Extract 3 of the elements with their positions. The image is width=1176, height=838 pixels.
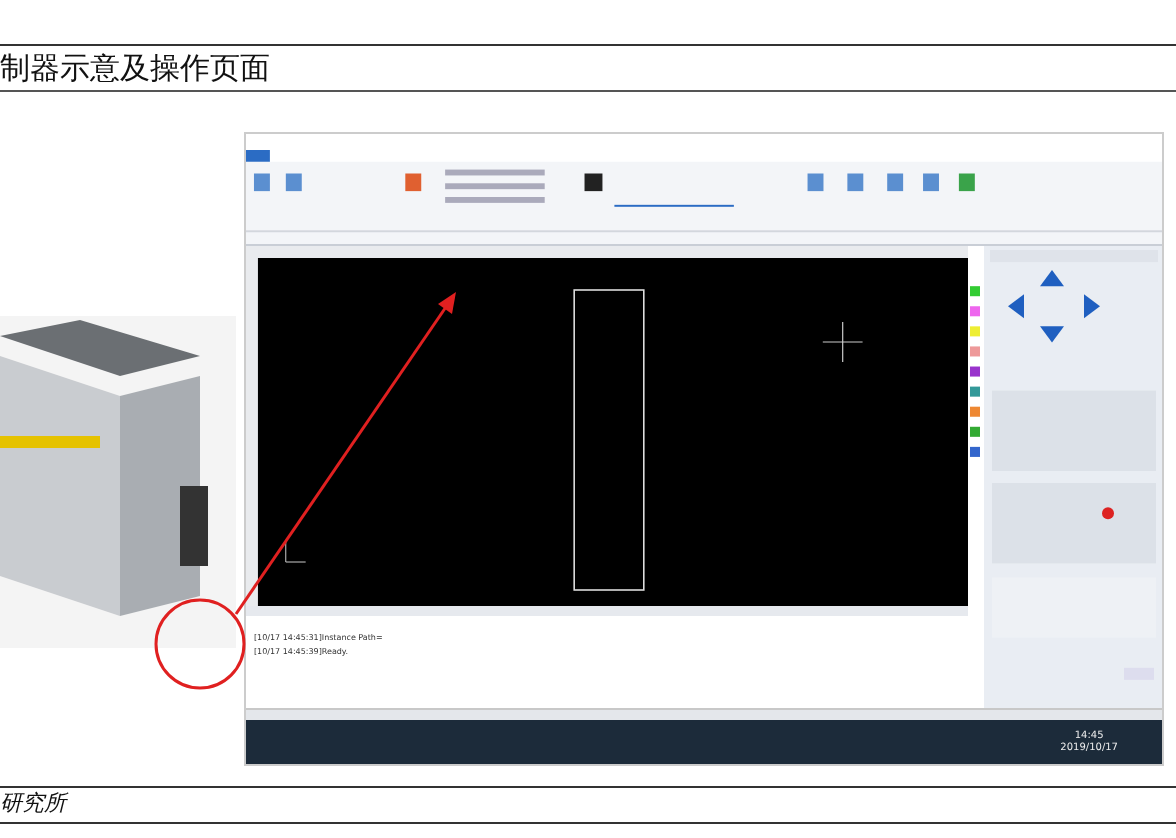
highlight-circle [154, 598, 246, 690]
page-title: 制器示意及操作页面 [0, 53, 270, 83]
footer-text: 研究所 [0, 788, 66, 821]
